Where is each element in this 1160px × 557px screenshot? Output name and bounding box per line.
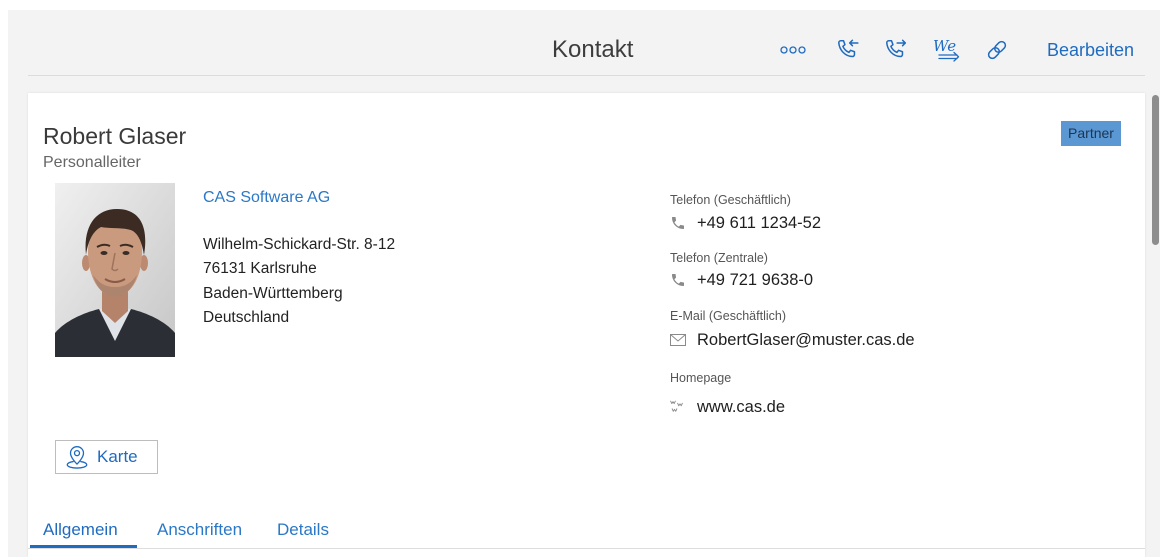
address-street: Wilhelm-Schickard-Str. 8-12 xyxy=(203,236,396,253)
status-badge: Partner xyxy=(1061,121,1121,146)
contact-card: Robert Glaser Partner Personalleiter CAS… xyxy=(28,93,1145,557)
detail-label-phone-business: Telefon (Geschäftlich) xyxy=(670,193,791,207)
address-country: Deutschland xyxy=(203,309,290,327)
more-icon[interactable] xyxy=(780,45,806,55)
phone-outgoing-icon[interactable] xyxy=(882,37,908,63)
company-link[interactable]: CAS Software AG xyxy=(203,187,330,209)
link-icon[interactable] xyxy=(984,37,1010,63)
detail-phone-business: +49 611 1234-52 xyxy=(670,212,990,234)
web-arrow-icon[interactable]: We xyxy=(931,36,963,64)
contact-page: Kontakt We Bearbeiten Robert Glaser Part… xyxy=(0,0,1160,557)
tab-general[interactable]: Allgemein xyxy=(43,519,118,541)
address-state: Baden-Württemberg xyxy=(203,284,343,302)
address-block: Wilhelm-Schickard-Str. 8-12 76131 Karlsr… xyxy=(203,233,395,331)
map-button-label: Karte xyxy=(97,447,138,466)
homepage-value[interactable]: www.cas.de xyxy=(697,396,785,418)
web-icon-glyph: We xyxy=(933,37,956,55)
detail-label-email: E-Mail (Geschäftlich) xyxy=(670,309,786,323)
email-value[interactable]: RobertGlaser@muster.cas.de xyxy=(697,329,915,351)
tab-addresses[interactable]: Anschriften xyxy=(157,519,242,541)
phone-business-value[interactable]: +49 611 1234-52 xyxy=(697,212,821,234)
contact-name: Robert Glaser xyxy=(43,123,187,149)
detail-email: RobertGlaser@muster.cas.de xyxy=(670,329,990,351)
detail-phone-central: +49 721 9638-0 xyxy=(670,269,990,291)
map-button[interactable]: Karte xyxy=(55,440,158,474)
edit-button[interactable]: Bearbeiten xyxy=(1047,38,1134,62)
phone-icon xyxy=(670,272,686,288)
phone-icon xyxy=(670,215,686,231)
phone-central-value[interactable]: +49 721 9638-0 xyxy=(697,269,813,291)
www-icon xyxy=(670,400,684,414)
mail-icon xyxy=(670,334,686,346)
phone-incoming-icon[interactable] xyxy=(834,37,860,63)
tab-divider xyxy=(28,548,1145,549)
detail-homepage: www.cas.de xyxy=(670,396,990,418)
scrollbar[interactable] xyxy=(1152,95,1159,245)
address-city: 76131 Karlsruhe xyxy=(203,260,317,278)
detail-label-phone-central: Telefon (Zentrale) xyxy=(670,251,768,265)
contact-photo xyxy=(55,183,175,357)
header-divider xyxy=(28,75,1145,76)
page-title: Kontakt xyxy=(552,36,634,63)
detail-label-homepage: Homepage xyxy=(670,371,732,385)
tab-details[interactable]: Details xyxy=(277,519,329,541)
map-pin-icon xyxy=(64,444,90,470)
contact-position: Personalleiter xyxy=(43,154,141,171)
